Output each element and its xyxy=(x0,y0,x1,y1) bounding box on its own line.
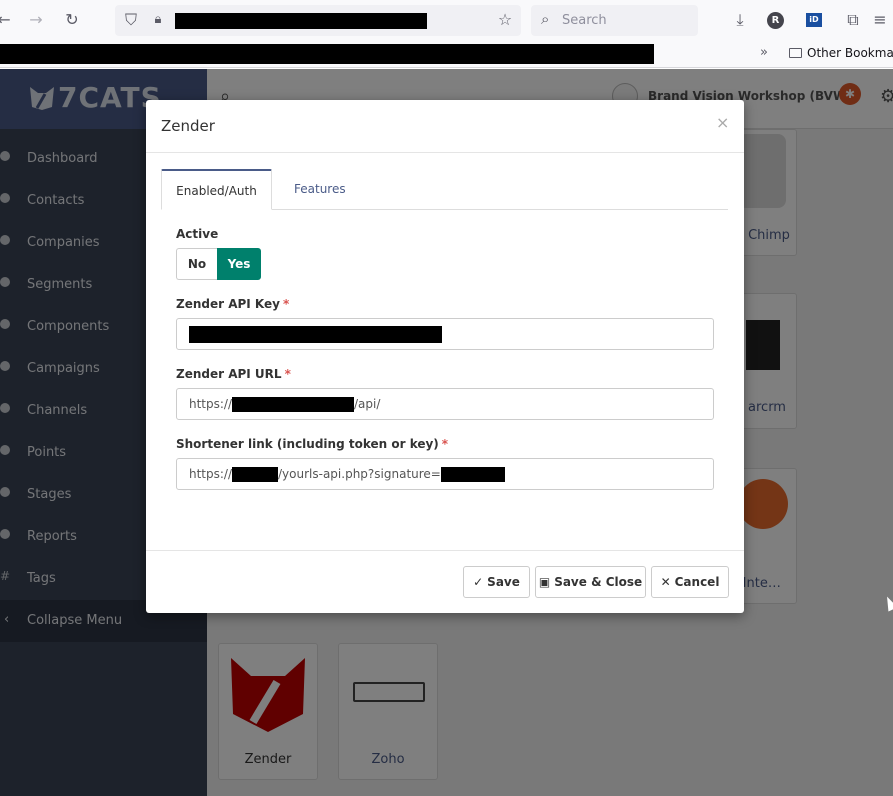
shortener-host-redacted xyxy=(232,467,279,482)
api-key-redacted xyxy=(189,326,442,343)
modal-title: Zender xyxy=(161,117,215,135)
forward-icon[interactable]: → xyxy=(26,10,46,30)
save-button-label: Save xyxy=(487,575,520,589)
bookmark-star-icon[interactable]: ☆ xyxy=(495,10,515,30)
search-box[interactable]: ⌕ Search xyxy=(531,5,698,36)
shortener-label: Shortener link (including token or key) * xyxy=(176,437,448,451)
save-close-button[interactable]: ▣ Save & Close xyxy=(535,566,646,598)
lock-icon[interactable]: 🔒︎ xyxy=(148,10,168,30)
other-bookmarks[interactable]: Other Bookmarks xyxy=(789,46,893,60)
zender-config-modal: Zender × Enabled/Auth Features Active No… xyxy=(146,100,744,613)
reload-icon[interactable]: ↻ xyxy=(62,10,82,30)
save-close-button-label: Save & Close xyxy=(554,575,643,589)
url-redacted xyxy=(175,13,427,29)
active-label: Active xyxy=(176,227,219,241)
api-url-prefix: https:// xyxy=(189,397,233,411)
close-icon: ✕ xyxy=(660,575,671,589)
shortener-signature-redacted xyxy=(440,467,505,482)
shield-icon[interactable]: ⛉ xyxy=(121,10,141,30)
modal-header-divider xyxy=(146,152,744,153)
shortener-suffix: /yourls-api.php?signature= xyxy=(278,467,441,481)
toggle-no-button[interactable]: No xyxy=(176,248,217,280)
search-placeholder: Search xyxy=(562,13,607,28)
other-bookmarks-label: Other Bookmarks xyxy=(807,46,893,60)
cancel-button[interactable]: ✕ Cancel xyxy=(651,566,729,598)
api-url-redacted xyxy=(232,397,355,412)
modal-tabs: Enabled/Auth Features xyxy=(161,169,728,210)
tab-enabled-auth[interactable]: Enabled/Auth xyxy=(161,169,272,210)
required-mark: * xyxy=(282,297,290,311)
search-icon: ⌕ xyxy=(541,10,550,28)
extensions-icon[interactable]: ⧉ xyxy=(843,10,863,30)
api-key-label-text: Zender API Key xyxy=(176,297,280,311)
required-mark: * xyxy=(284,367,291,381)
api-url-suffix: /api/ xyxy=(354,397,381,411)
shortener-label-text: Shortener link (including token or key) xyxy=(176,437,439,451)
required-mark: * xyxy=(441,437,449,451)
floppy-disk-icon: ▣ xyxy=(538,575,551,589)
bookmarks-redacted xyxy=(0,44,654,64)
toggle-yes-button[interactable]: Yes xyxy=(217,248,261,280)
close-icon[interactable]: × xyxy=(716,113,729,132)
cancel-button-label: Cancel xyxy=(674,575,720,589)
save-button[interactable]: ✓ Save xyxy=(463,566,530,598)
shortener-prefix: https:// xyxy=(189,467,233,481)
api-key-label: Zender API Key * xyxy=(176,297,289,311)
browser-toolbar: ← → ↻ ⛉ 🔒︎ ☆ ⌕ Search ⤓ R iD ⧉ ≡ xyxy=(0,0,893,40)
shortener-link-input[interactable]: https:// /yourls-api.php?signature= xyxy=(176,458,714,490)
back-icon[interactable]: ← xyxy=(0,10,14,30)
extension-id-icon[interactable]: iD xyxy=(806,13,822,27)
bookmarks-overflow-icon[interactable]: » xyxy=(760,45,768,60)
folder-icon xyxy=(789,48,802,58)
modal-footer-divider xyxy=(146,550,744,551)
check-icon: ✓ xyxy=(473,575,484,589)
tab-features[interactable]: Features xyxy=(294,169,346,210)
api-url-label: Zender API URL * xyxy=(176,367,291,381)
profile-avatar[interactable]: R xyxy=(767,12,784,29)
api-url-label-text: Zender API URL xyxy=(176,367,282,381)
download-icon[interactable]: ⤓ xyxy=(730,10,750,30)
api-key-input[interactable] xyxy=(176,318,714,350)
api-url-input[interactable]: https:// /api/ xyxy=(176,388,714,420)
menu-icon[interactable]: ≡ xyxy=(870,10,890,30)
